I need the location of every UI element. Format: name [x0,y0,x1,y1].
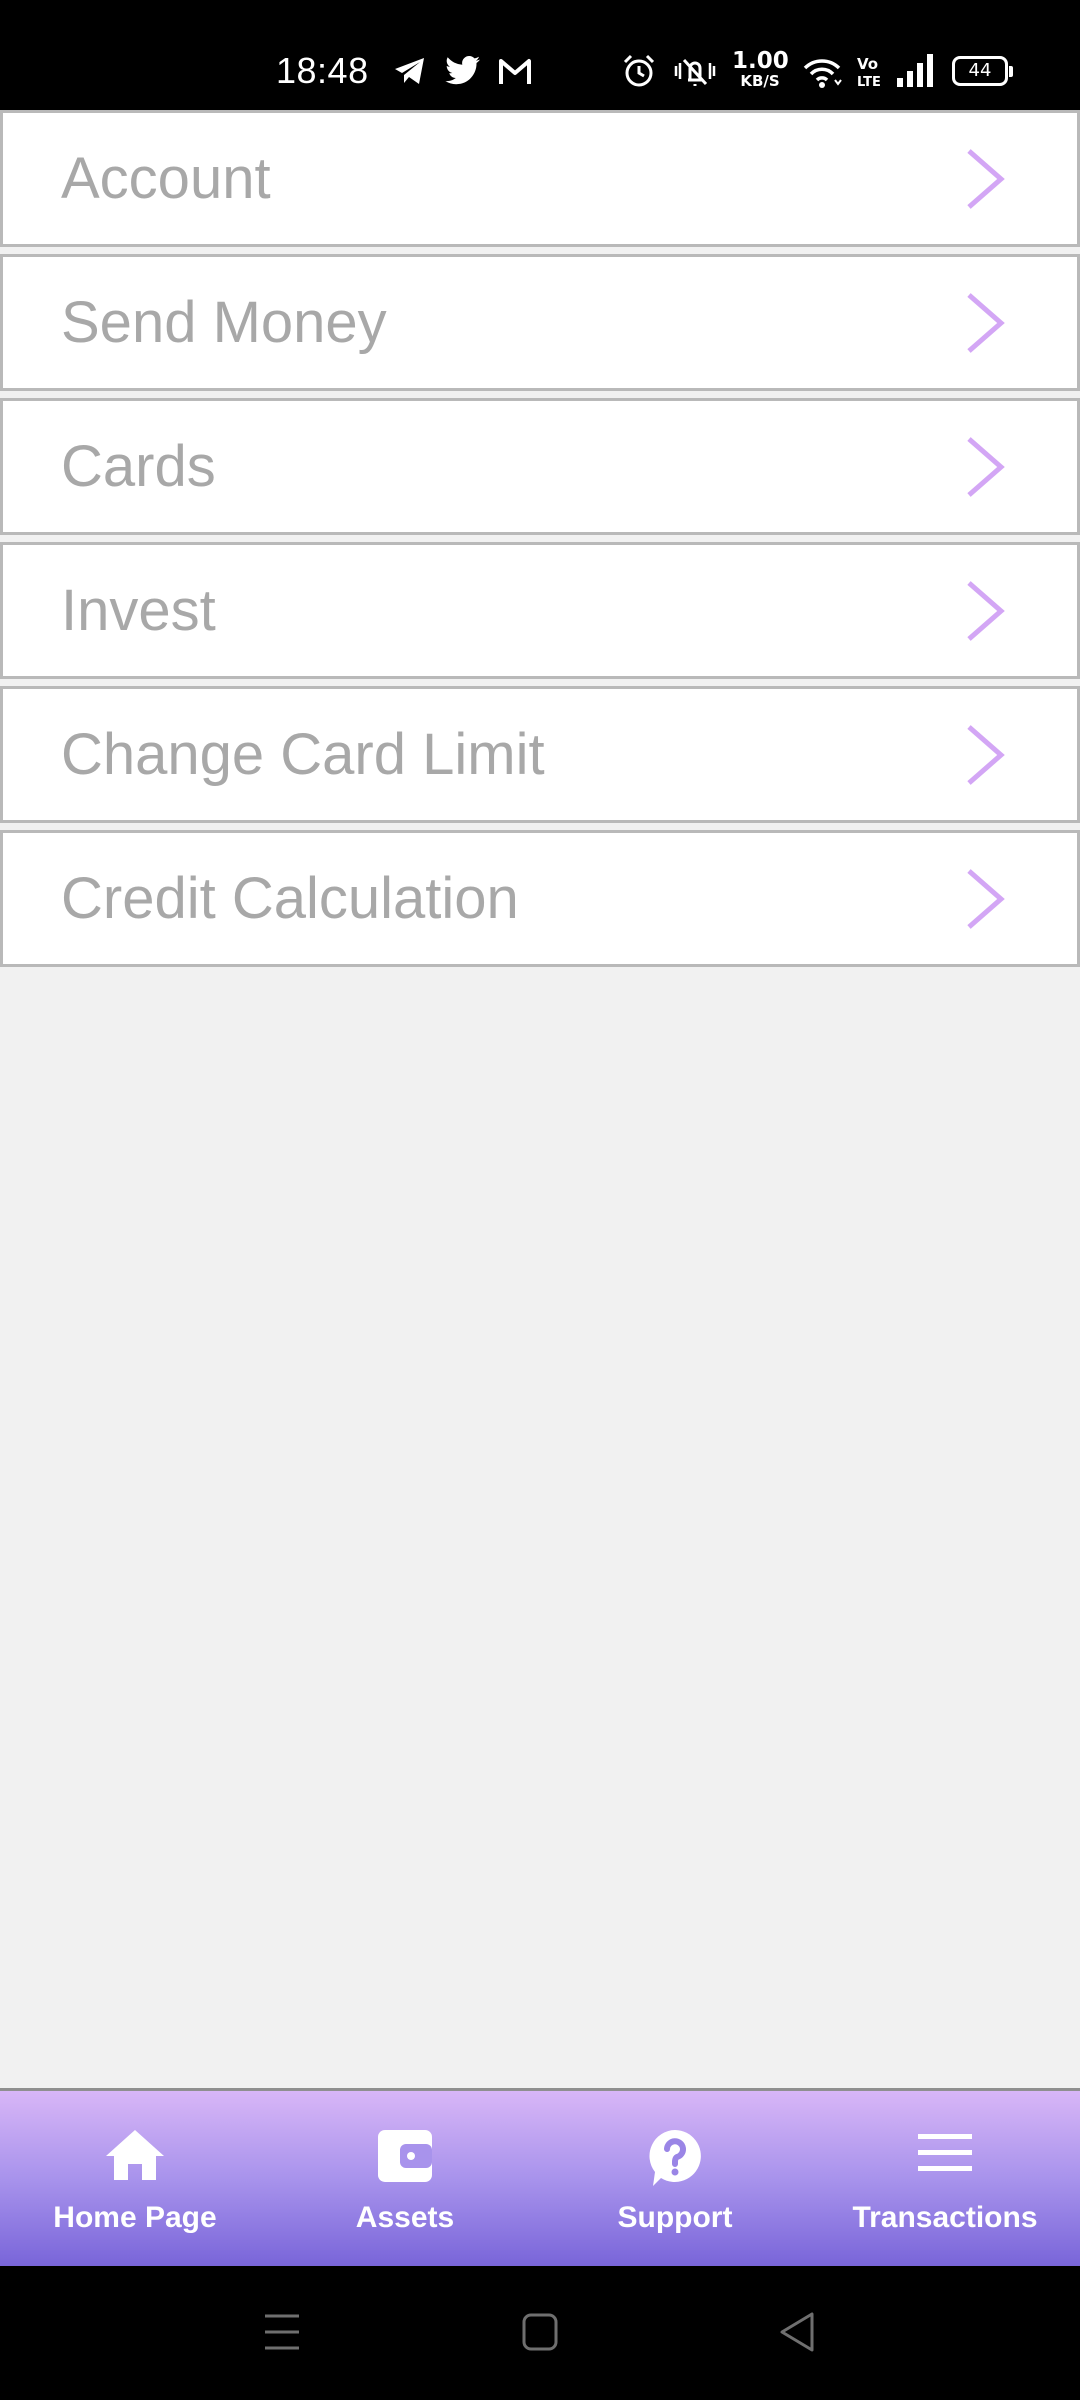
back-icon[interactable] [778,2310,816,2354]
nav-support[interactable]: Support [540,2091,810,2266]
battery-icon: 44 [952,56,1013,86]
net-speed-unit: KB/S [740,72,780,90]
status-time: 18:48 [276,50,369,91]
menu-lines-icon [918,2134,972,2171]
signal-icon [897,54,933,87]
nav-label: Home Page [53,2201,217,2234]
menu-item-account[interactable]: Account [0,110,1080,247]
chevron-right-icon [967,437,1005,497]
home-icon [106,2130,164,2180]
chevron-right-icon [967,869,1005,929]
nav-label: Assets [355,2201,455,2234]
menu-item-label: Account [61,146,271,211]
battery-level: 44 [968,60,992,81]
menu-item-send-money[interactable]: Send Money [0,254,1080,391]
chevron-right-icon [967,581,1005,641]
vibrate-icon [674,58,716,86]
menu-item-label: Change Card Limit [61,722,545,787]
twitter-icon [445,56,480,85]
nav-transactions[interactable]: Transactions [810,2091,1080,2266]
alarm-icon [623,54,655,87]
chevron-right-icon [967,293,1005,353]
nav-label: Transactions [852,2201,1038,2234]
menu-item-label: Send Money [61,290,387,355]
nav-assets[interactable]: Assets [270,2091,540,2266]
home-button-icon[interactable] [521,2310,559,2354]
telegram-icon [395,58,424,84]
menu-item-label: Credit Calculation [61,866,519,931]
chevron-right-icon [967,149,1005,209]
net-speed-value: 1.00 [732,48,789,74]
status-bar: 18:48 1.00 KB/S Vo LTE 44 [0,0,1080,110]
gmail-icon [499,59,531,84]
recent-apps-icon[interactable] [263,2310,301,2354]
menu-item-label: Cards [61,434,216,499]
svg-text:LTE: LTE [857,75,881,90]
menu-item-label: Invest [61,578,216,643]
svg-text:Vo: Vo [857,55,878,73]
net-speed-indicator: 1.00 KB/S [732,48,789,90]
menu-item-cards[interactable]: Cards [0,398,1080,535]
nav-home-page[interactable]: Home Page [0,2091,270,2266]
menu-item-credit-calculation[interactable]: Credit Calculation [0,830,1080,967]
wallet-icon [378,2130,432,2182]
wifi-icon [803,59,842,88]
question-icon [649,2130,701,2186]
system-nav-bar [0,2266,1080,2400]
bottom-nav: Home Page Assets Support Transactions [0,2088,1080,2266]
menu-item-change-card-limit[interactable]: Change Card Limit [0,686,1080,823]
nav-label: Support [617,2201,733,2234]
volte-icon: Vo LTE [857,55,881,90]
chevron-right-icon [967,725,1005,785]
menu-item-invest[interactable]: Invest [0,542,1080,679]
menu-list: Account Send Money Cards Invest Change C… [0,110,1080,974]
